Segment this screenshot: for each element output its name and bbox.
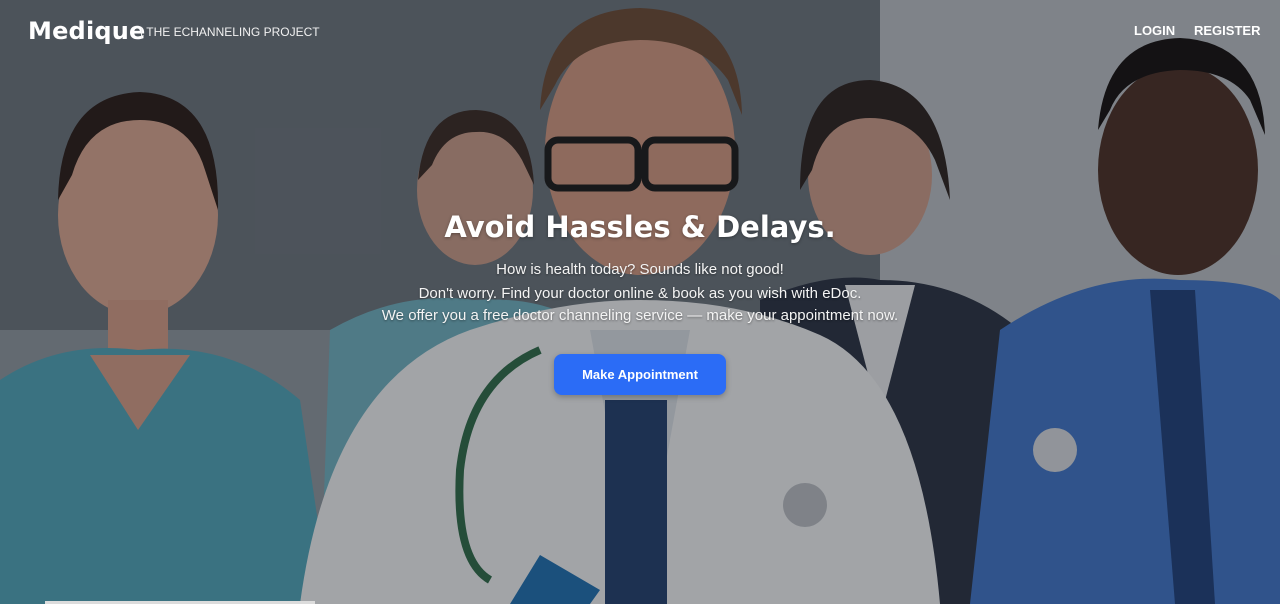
hero-text-line-2: Don't worry. Find your doctor online & b… [418,285,862,302]
brand-tagline: | THE ECHANNELING PROJECT [140,25,320,39]
brand-logo[interactable]: Medique [28,17,146,45]
make-appointment-button[interactable]: Make Appointment [554,354,726,395]
hero-title: Avoid Hassles & Delays. [444,210,836,244]
register-link[interactable]: REGISTER [1194,23,1260,38]
hero-text-line-3: We offer you a free doctor channeling se… [381,307,899,324]
hero-section [0,0,1280,604]
top-navigation-bar: Medique | THE ECHANNELING PROJECT LOGIN … [0,0,1280,64]
login-link[interactable]: LOGIN [1134,23,1175,38]
hero-text-line-1: How is health today? Sounds like not goo… [496,261,784,278]
hero-dark-overlay [0,0,1280,604]
